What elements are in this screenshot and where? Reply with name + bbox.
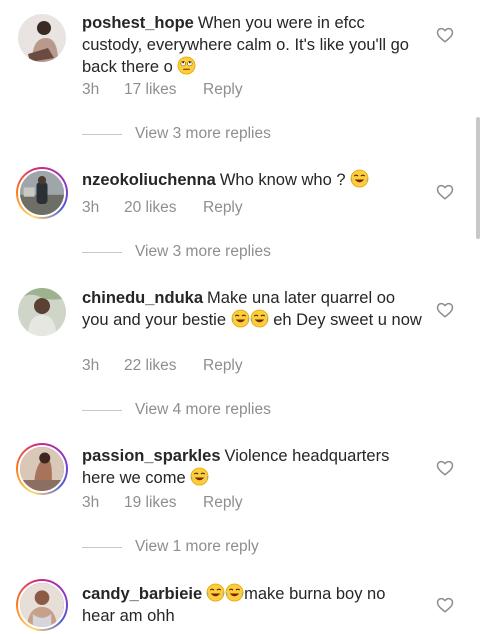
- view-replies-button[interactable]: View 1 more reply: [82, 538, 259, 556]
- comment-meta: 3h 19 likes Reply: [82, 494, 243, 512]
- avatar[interactable]: [18, 14, 66, 62]
- view-replies-button[interactable]: View 3 more replies: [82, 125, 271, 143]
- comment-username[interactable]: chinedu_nduka: [82, 289, 203, 307]
- heart-outline-icon[interactable]: [436, 596, 454, 614]
- comment-time: 3h: [82, 199, 100, 216]
- heart-outline-icon[interactable]: [436, 459, 454, 477]
- scrollbar[interactable]: [476, 117, 480, 239]
- view-replies-label: View 3 more replies: [135, 243, 271, 260]
- view-replies-button[interactable]: View 3 more replies: [82, 243, 271, 261]
- comment-text: poshest_hope When you were in efcc custod…: [82, 12, 422, 78]
- comment-meta: 3h 20 likes Reply: [82, 199, 243, 217]
- tears-of-joy-emoji-icon: [206, 583, 225, 602]
- heart-outline-icon[interactable]: [436, 183, 454, 201]
- tears-of-joy-emoji-icon: [250, 309, 269, 328]
- view-replies-label: View 1 more reply: [135, 538, 259, 555]
- reply-button[interactable]: Reply: [203, 81, 243, 99]
- comment-username[interactable]: passion_sparkles: [82, 447, 221, 465]
- heart-outline-icon[interactable]: [436, 301, 454, 319]
- view-replies-label: View 4 more replies: [135, 401, 271, 418]
- replies-divider: [82, 546, 122, 548]
- comment-likes[interactable]: 19 likes: [124, 494, 203, 512]
- comment-text: nzeokoliuchenna Who know who ?: [82, 169, 422, 191]
- avatar[interactable]: [16, 443, 68, 495]
- heart-outline-icon[interactable]: [436, 26, 454, 44]
- tears-of-joy-emoji-icon: [350, 169, 369, 188]
- comment-meta: 3h 17 likes Reply: [82, 81, 243, 99]
- replies-divider: [82, 409, 122, 411]
- avatar[interactable]: [16, 167, 68, 219]
- comment-body: Who know who ?: [219, 171, 346, 189]
- tears-of-joy-emoji-icon: [231, 309, 250, 328]
- comment-username[interactable]: poshest_hope: [82, 14, 194, 32]
- comment-likes[interactable]: 22 likes: [124, 357, 203, 375]
- comment-text: candy_barbieie make burna boy no hear am…: [82, 583, 422, 627]
- comment-time: 3h: [82, 494, 100, 511]
- reply-button[interactable]: Reply: [203, 357, 243, 375]
- comment-likes[interactable]: 20 likes: [124, 199, 203, 217]
- comment-time: 3h: [82, 357, 100, 374]
- comment-meta: 3h 22 likes Reply: [82, 357, 243, 375]
- comment-likes[interactable]: 17 likes: [124, 81, 203, 99]
- view-replies-button[interactable]: View 4 more replies: [82, 401, 271, 419]
- replies-divider: [82, 251, 122, 253]
- tears-of-joy-emoji-icon: [225, 583, 244, 602]
- avatar[interactable]: [16, 579, 68, 631]
- comment-username[interactable]: candy_barbieie: [82, 585, 202, 603]
- comment-text: passion_sparkles Violence headquarters he…: [82, 445, 422, 489]
- comment-body-continued: eh Dey sweet u now: [273, 311, 422, 329]
- comment-username[interactable]: nzeokoliuchenna: [82, 171, 216, 189]
- reply-button[interactable]: Reply: [203, 494, 243, 512]
- comment-text: chinedu_nduka Make una later quarrel oo y…: [82, 287, 422, 331]
- rolling-eyes-emoji-icon: [177, 56, 196, 75]
- tears-of-joy-emoji-icon: [190, 467, 209, 486]
- comment-time: 3h: [82, 81, 100, 98]
- avatar[interactable]: [18, 288, 66, 336]
- replies-divider: [82, 133, 122, 135]
- reply-button[interactable]: Reply: [203, 199, 243, 217]
- view-replies-label: View 3 more replies: [135, 125, 271, 142]
